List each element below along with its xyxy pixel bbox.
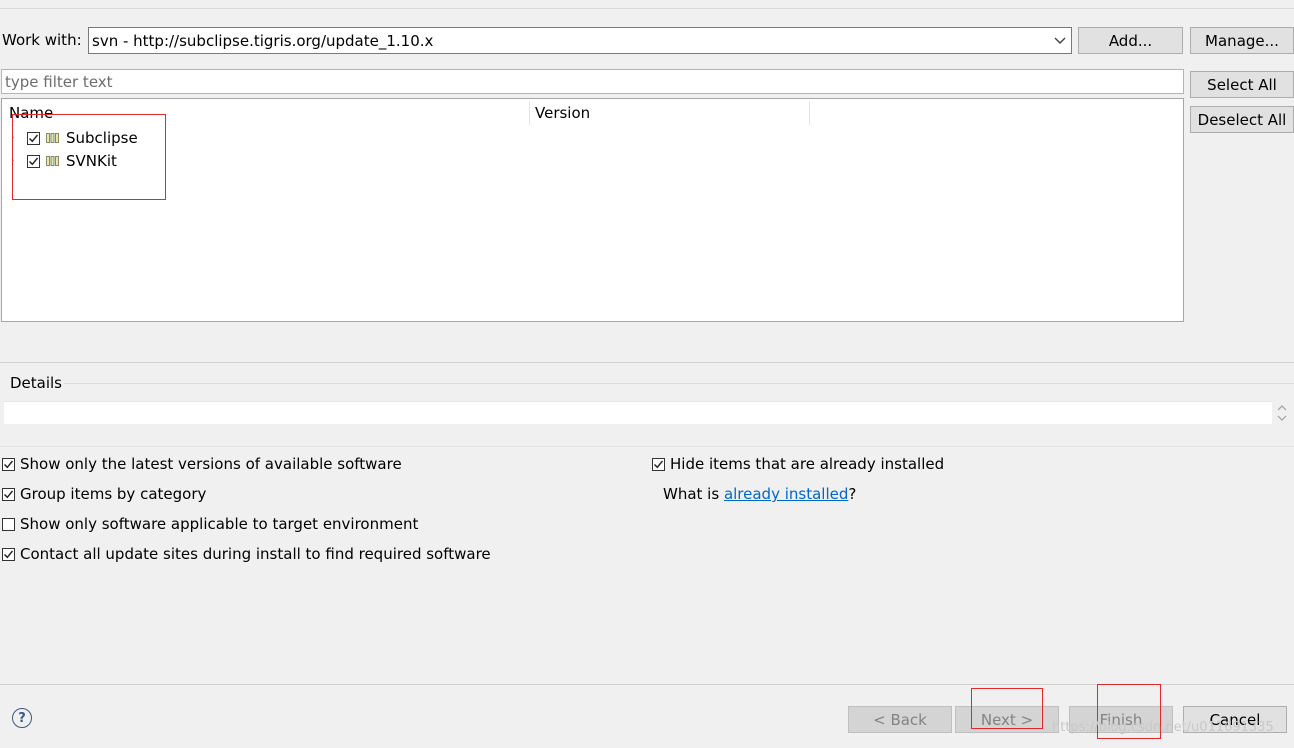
package-icon xyxy=(46,129,60,147)
add-site-button[interactable]: Add... xyxy=(1078,27,1183,54)
details-bottom-line xyxy=(0,446,1294,447)
software-tree[interactable]: Name Version › Subclipse › SVNKit xyxy=(1,98,1184,322)
option-label: Hide items that are already installed xyxy=(670,455,945,473)
option-applicable-target[interactable]: Show only software applicable to target … xyxy=(2,515,418,533)
what-is-prefix: What is xyxy=(663,485,724,503)
top-divider xyxy=(0,8,1294,9)
option-label: Show only software applicable to target … xyxy=(20,515,419,533)
watermark-text: https://blog.csdn.net/u011691335 xyxy=(1052,720,1274,735)
tree-item-label: SVNKit xyxy=(66,152,117,170)
checkbox-subclipse[interactable] xyxy=(27,131,40,145)
option-label: Contact all update sites during install … xyxy=(20,545,491,563)
filter-input[interactable]: type filter text xyxy=(1,69,1184,94)
select-all-button[interactable]: Select All xyxy=(1190,71,1294,98)
filter-placeholder: type filter text xyxy=(5,72,113,91)
checkbox-svnkit[interactable] xyxy=(27,154,40,168)
already-installed-link[interactable]: already installed xyxy=(724,485,848,503)
work-with-label: Work with: xyxy=(2,31,82,49)
tree-item-subclipse[interactable]: › Subclipse xyxy=(2,127,138,149)
footer-divider xyxy=(0,684,1294,685)
option-label: Group items by category xyxy=(20,485,207,503)
details-group-line xyxy=(64,383,1294,384)
option-label: Show only the latest versions of availab… xyxy=(20,455,402,473)
what-is-suffix: ? xyxy=(848,485,857,503)
checkbox-hide-installed[interactable] xyxy=(652,457,665,471)
option-group-by-category[interactable]: Group items by category xyxy=(2,485,206,503)
checkbox-group-by-category[interactable] xyxy=(2,487,15,501)
checkbox-applicable-target[interactable] xyxy=(2,517,15,531)
chevron-down-icon[interactable] xyxy=(1053,32,1067,48)
details-label: Details xyxy=(10,374,63,392)
expand-arrow-icon[interactable]: › xyxy=(11,156,19,166)
package-icon xyxy=(46,152,60,170)
tree-item-svnkit[interactable]: › SVNKit xyxy=(2,150,117,172)
work-with-combo[interactable]: svn - http://subclipse.tigris.org/update… xyxy=(88,27,1072,54)
column-header-version-label: Version xyxy=(535,103,591,122)
expand-arrow-icon[interactable]: › xyxy=(11,133,19,143)
column-header-name[interactable]: Name xyxy=(3,99,529,126)
what-is-installed-text: What is already installed? xyxy=(663,485,856,503)
back-button[interactable]: < Back xyxy=(848,706,952,733)
tree-item-label: Subclipse xyxy=(66,129,138,147)
checkbox-latest-versions[interactable] xyxy=(2,457,15,471)
deselect-all-button[interactable]: Deselect All xyxy=(1190,106,1294,133)
details-scroll-icon[interactable] xyxy=(1276,403,1288,423)
help-icon[interactable]: ? xyxy=(12,708,32,728)
details-divider xyxy=(0,362,1294,363)
column-header-version[interactable]: Version xyxy=(529,99,809,126)
option-contact-sites[interactable]: Contact all update sites during install … xyxy=(2,545,491,563)
details-text-area[interactable] xyxy=(4,401,1272,424)
option-latest-versions[interactable]: Show only the latest versions of availab… xyxy=(2,455,402,473)
column-header-name-label: Name xyxy=(9,103,54,122)
work-with-value: svn - http://subclipse.tigris.org/update… xyxy=(92,31,434,50)
column-separator xyxy=(809,101,810,125)
option-hide-installed[interactable]: Hide items that are already installed xyxy=(652,455,944,473)
checkbox-contact-sites[interactable] xyxy=(2,547,15,561)
manage-sites-button[interactable]: Manage... xyxy=(1190,27,1294,54)
next-button[interactable]: Next > xyxy=(955,706,1059,733)
